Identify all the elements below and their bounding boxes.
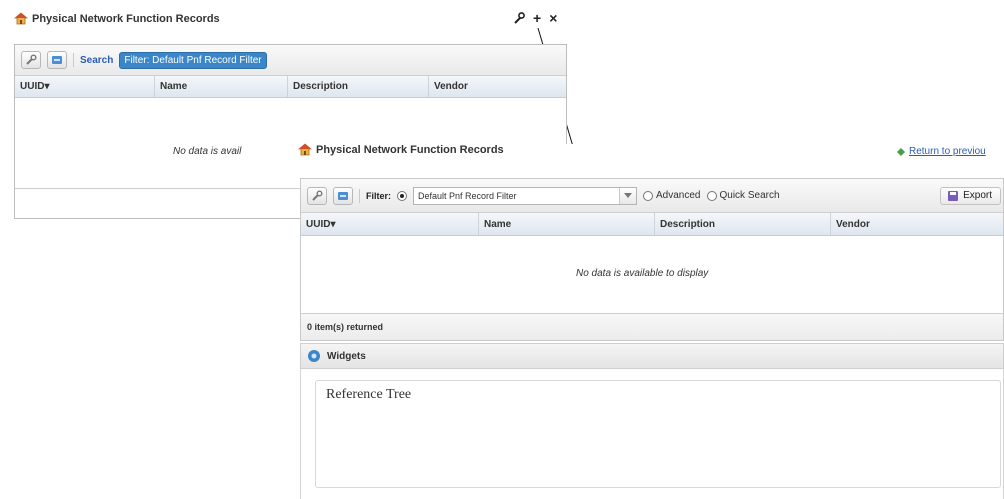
settings-button[interactable] bbox=[21, 51, 41, 69]
column-vendor[interactable]: Vendor bbox=[429, 76, 566, 97]
widgets-title: Widgets bbox=[327, 350, 366, 362]
settings-button[interactable] bbox=[307, 186, 327, 205]
radio-advanced-label: Advanced bbox=[656, 190, 701, 201]
chevron-down-icon bbox=[619, 187, 637, 204]
toolbar-separator bbox=[73, 53, 74, 67]
back-toolbar: Search Filter: Default Pnf Record Filter bbox=[15, 45, 566, 76]
radio-quick-search-input[interactable] bbox=[706, 190, 717, 201]
items-returned: 0 item(s) returned bbox=[307, 322, 384, 332]
page-title: Physical Network Function Records bbox=[316, 143, 504, 156]
radio-quick-search-label: Quick Search bbox=[719, 190, 780, 201]
widgets-header[interactable]: Widgets bbox=[300, 343, 1004, 369]
radio-advanced[interactable]: Advanced bbox=[643, 190, 701, 201]
filter-select-value: Default Pnf Record Filter bbox=[418, 190, 517, 201]
refresh-button[interactable] bbox=[47, 51, 67, 69]
filter-label: Filter: bbox=[366, 190, 392, 201]
no-data-message: No data is available to display bbox=[576, 268, 709, 279]
column-uuid[interactable]: UUID▾ bbox=[15, 76, 155, 97]
return-link-group[interactable]: Return to previou bbox=[897, 146, 986, 157]
column-name[interactable]: Name bbox=[155, 76, 288, 97]
filter-select[interactable]: Default Pnf Record Filter bbox=[413, 186, 638, 205]
wrench-icon bbox=[312, 190, 323, 201]
home-icon bbox=[298, 143, 312, 156]
refresh-icon bbox=[52, 56, 62, 64]
reference-tree-title: Reference Tree bbox=[326, 387, 412, 402]
toolbar-separator bbox=[359, 188, 360, 203]
front-table-header: UUID▾ Name Description Vendor bbox=[301, 213, 1003, 236]
filter-radio[interactable] bbox=[397, 190, 408, 201]
radio-advanced-input[interactable] bbox=[643, 190, 654, 201]
export-button[interactable]: Export bbox=[940, 186, 1001, 205]
column-description[interactable]: Description bbox=[288, 76, 429, 97]
column-vendor[interactable]: Vendor bbox=[831, 213, 1003, 235]
widgets-icon bbox=[308, 350, 320, 362]
column-name[interactable]: Name bbox=[479, 213, 655, 235]
refresh-icon bbox=[338, 191, 348, 200]
back-window-title: Physical Network Function Records bbox=[14, 12, 220, 25]
search-link[interactable]: Search bbox=[80, 55, 113, 66]
reference-tree-widget: Reference Tree bbox=[315, 380, 1001, 488]
column-description[interactable]: Description bbox=[655, 213, 831, 235]
column-uuid[interactable]: UUID▾ bbox=[301, 213, 479, 235]
wrench-icon bbox=[26, 54, 37, 65]
return-to-previous-link[interactable]: Return to previou bbox=[909, 146, 986, 157]
front-toolbar: Filter: Default Pnf Record Filter Advanc… bbox=[301, 179, 1003, 213]
wrench-icon[interactable] bbox=[513, 12, 525, 24]
refresh-button[interactable] bbox=[333, 186, 353, 205]
filter-chip[interactable]: Filter: Default Pnf Record Filter bbox=[119, 51, 267, 69]
return-arrow-icon bbox=[897, 147, 905, 156]
radio-quick-search[interactable]: Quick Search bbox=[706, 190, 780, 201]
status-bar: 0 item(s) returned bbox=[301, 313, 1003, 340]
page-title: Physical Network Function Records bbox=[32, 12, 220, 25]
widgets-body: Reference Tree bbox=[300, 369, 1004, 499]
front-window-title: Physical Network Function Records bbox=[298, 143, 510, 156]
no-data-message: No data is avail bbox=[173, 146, 242, 157]
front-window: Physical Network Function Records Return… bbox=[298, 143, 1004, 499]
home-icon bbox=[14, 12, 28, 25]
export-label: Export bbox=[963, 190, 992, 201]
save-icon bbox=[948, 190, 959, 201]
back-table-header: UUID▾ Name Description Vendor bbox=[15, 76, 566, 98]
front-grid-panel: Filter: Default Pnf Record Filter Advanc… bbox=[300, 178, 1004, 341]
